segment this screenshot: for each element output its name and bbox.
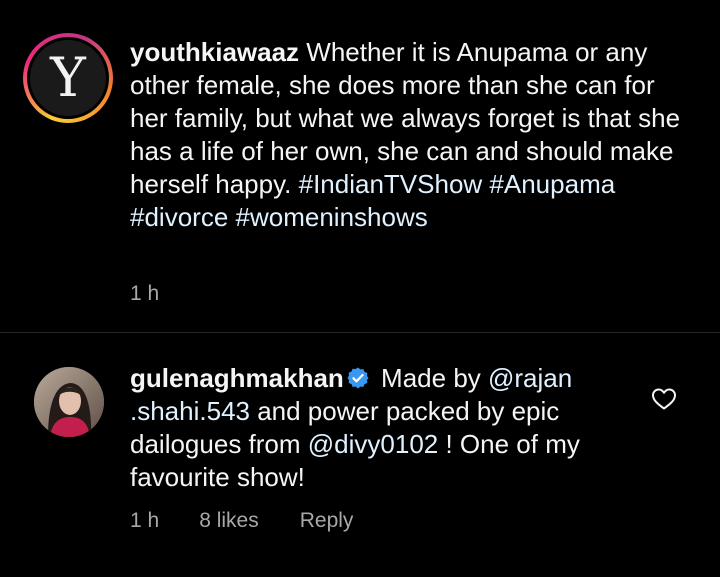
verified-badge-icon xyxy=(347,367,369,389)
mention-link[interactable]: @divy0102 xyxy=(308,429,438,459)
reply-button[interactable]: Reply xyxy=(300,509,354,533)
avatar[interactable] xyxy=(34,367,104,437)
comment-row: gulenaghmakhan Made by @rajan .shahi.543… xyxy=(0,333,720,577)
comment-timestamp: 1 h xyxy=(130,509,160,532)
comment-meta: 1 h 8 likes Reply xyxy=(130,509,353,533)
avatar-photo-image xyxy=(34,367,104,437)
caption-timestamp: 1 h xyxy=(130,282,160,305)
comment-username[interactable]: gulenaghmakhan xyxy=(130,363,344,393)
caption-comment: Y youthkiawaaz Whether it is Anupama or … xyxy=(0,0,720,332)
hashtag[interactable]: #IndianTVShow xyxy=(299,169,483,199)
hashtag[interactable]: #Anupama xyxy=(489,169,615,199)
avatar: Y xyxy=(30,40,106,116)
avatar-letter: Y xyxy=(50,46,86,109)
comment-text: gulenaghmakhan Made by @rajan .shahi.543… xyxy=(130,362,630,494)
hashtag[interactable]: #womeninshows xyxy=(236,202,428,232)
story-ring-avatar[interactable]: Y xyxy=(23,33,113,123)
caption-username[interactable]: youthkiawaaz xyxy=(130,37,299,67)
heart-outline-icon[interactable] xyxy=(651,387,677,411)
caption-text: youthkiawaaz Whether it is Anupama or an… xyxy=(130,36,690,234)
likes-count[interactable]: 8 likes xyxy=(199,509,259,533)
hashtag[interactable]: #divorce xyxy=(130,202,228,232)
caption-meta: 1 h xyxy=(130,282,159,306)
comment-body: Made by xyxy=(373,363,488,393)
